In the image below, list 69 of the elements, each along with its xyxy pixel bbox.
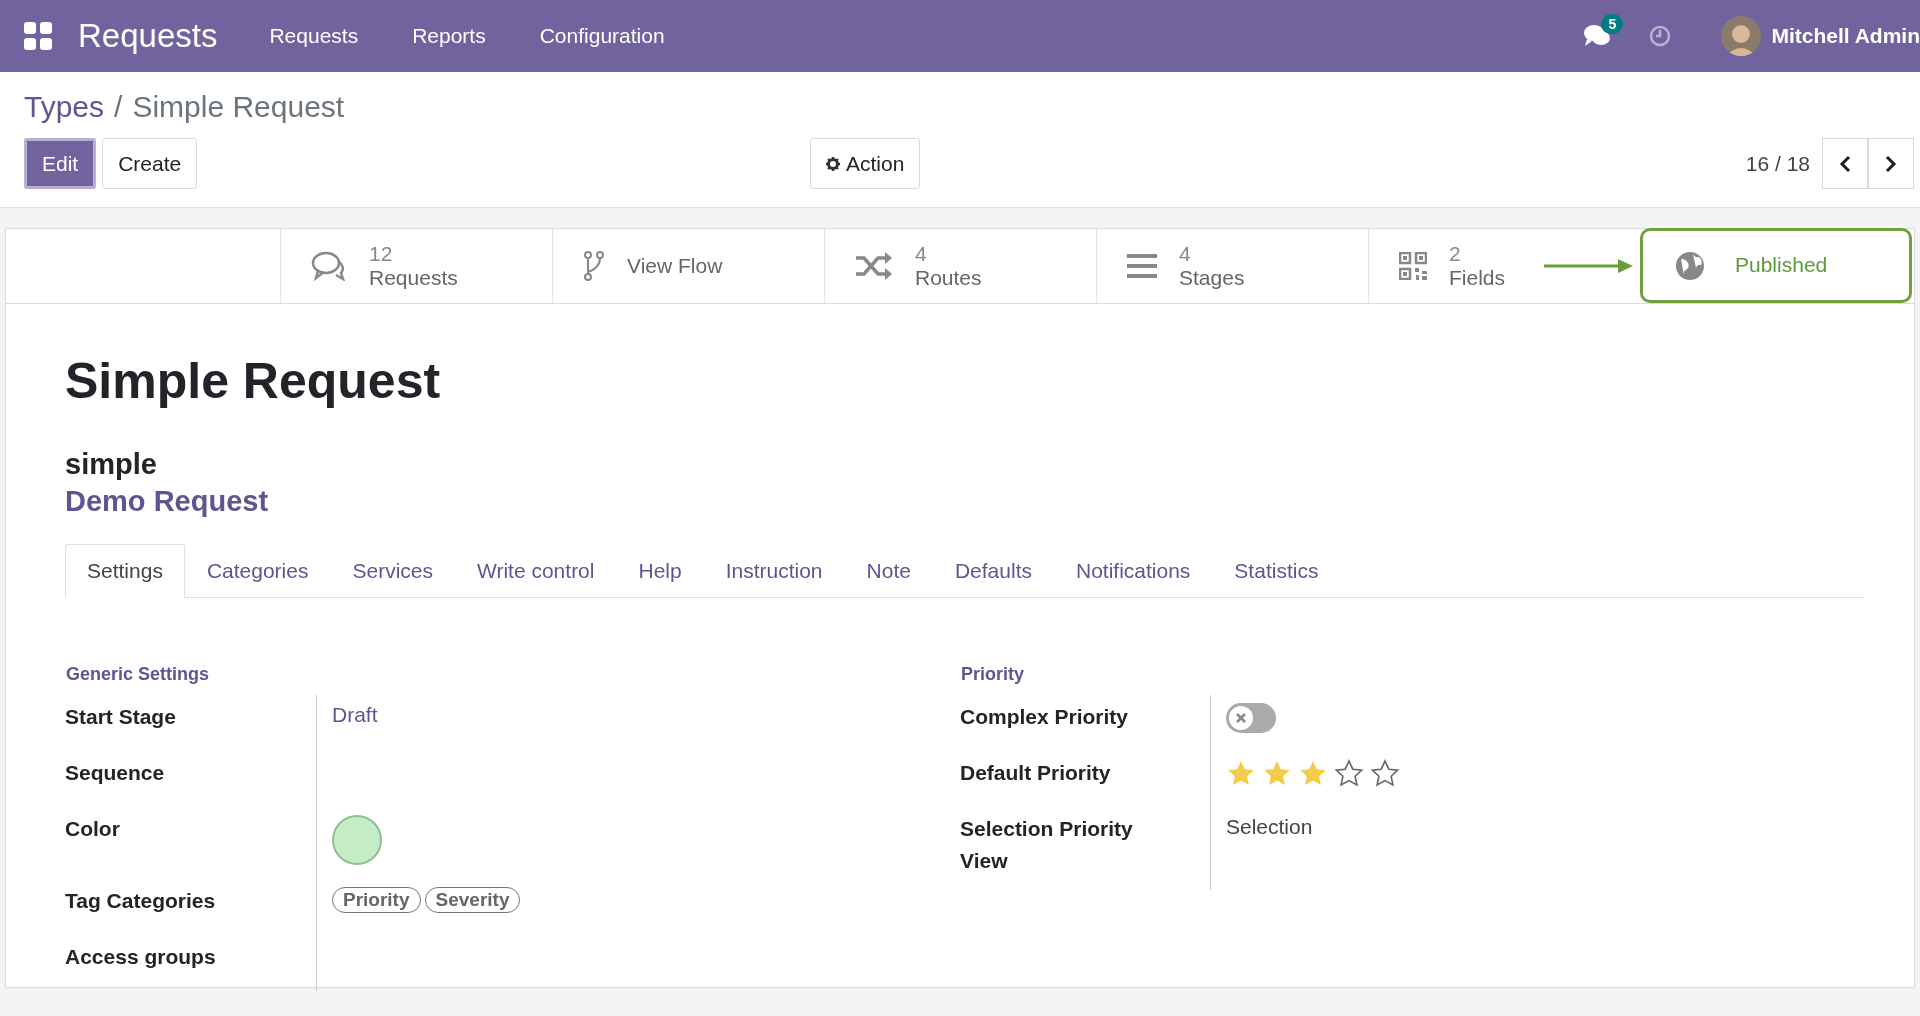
star-empty-icon <box>1370 759 1400 789</box>
stat-count: 12 <box>369 241 394 266</box>
previous-button[interactable] <box>1822 138 1868 189</box>
menu-item[interactable]: Reports <box>412 24 486 48</box>
chevron-right-icon <box>1885 154 1897 173</box>
tab[interactable]: Statistics <box>1212 544 1341 598</box>
apps-icon[interactable] <box>24 22 52 50</box>
tab[interactable]: Services <box>330 544 455 598</box>
field-label: Tag Categories <box>65 888 217 914</box>
breadcrumb-separator: / <box>114 90 123 124</box>
chat-icon <box>311 251 347 281</box>
group-title: Priority <box>961 664 1026 685</box>
tab[interactable]: Note <box>844 544 933 598</box>
field-label: Access groups <box>65 944 217 970</box>
tab[interactable]: Settings <box>65 544 185 598</box>
tab[interactable]: Notifications <box>1053 544 1213 598</box>
gear-icon <box>826 156 840 171</box>
record-code: simple <box>65 448 158 481</box>
menu-item[interactable]: Configuration <box>539 24 665 48</box>
edit-button[interactable]: Edit <box>24 138 97 189</box>
chevron-left-icon <box>1839 154 1851 173</box>
stat-label: Requests <box>369 266 458 291</box>
stat-count: 2 <box>1449 241 1462 266</box>
field-link[interactable]: Draft <box>332 703 378 726</box>
action-button[interactable]: Action <box>810 138 921 189</box>
stat-label: View Flow <box>627 253 723 279</box>
record-subtitle[interactable]: Demo Request <box>65 485 1855 518</box>
stat-count: 4 <box>1179 241 1192 266</box>
field-label: Color <box>65 816 121 842</box>
field-label: Default Priority <box>960 760 1112 786</box>
tab[interactable]: Write control <box>455 544 617 598</box>
menu-item[interactable]: Requests <box>269 24 359 48</box>
user-name[interactable]: Mitchell Admin <box>1771 24 1920 48</box>
field-label: Start Stage <box>65 704 177 730</box>
tab[interactable]: Help <box>616 544 704 598</box>
stat-label: Routes <box>915 266 982 291</box>
notification-badge: 5 <box>1601 14 1624 34</box>
list-icon <box>1127 253 1157 279</box>
tab[interactable]: Defaults <box>932 544 1054 598</box>
tab[interactable]: Instruction <box>703 544 845 598</box>
stat-count: 4 <box>915 241 928 266</box>
app-name[interactable]: Requests <box>78 17 218 55</box>
field-value: Selection <box>1226 815 1313 838</box>
field-label: Selection Priority View <box>960 816 1134 874</box>
pager-counter: 16 / 18 <box>1745 151 1810 176</box>
qr-code-icon <box>1399 252 1427 280</box>
color-swatch[interactable] <box>332 815 382 865</box>
x-icon <box>1235 712 1247 724</box>
stat-label: Fields <box>1449 266 1506 291</box>
arrow-icon <box>1544 258 1634 274</box>
field-label: Sequence <box>65 760 166 786</box>
star-empty-icon <box>1334 759 1364 789</box>
stat-label: Stages <box>1179 266 1245 291</box>
breadcrumb-current: Simple Request <box>132 90 345 124</box>
create-button[interactable]: Create <box>102 138 198 189</box>
stat-label: Published <box>1735 253 1828 278</box>
publish-button[interactable]: Published <box>1640 228 1912 303</box>
shuffle-icon <box>855 251 893 281</box>
avatar[interactable] <box>1721 16 1762 56</box>
globe-icon <box>1675 250 1705 281</box>
field-label: Complex Priority <box>960 704 1130 730</box>
next-button[interactable] <box>1868 138 1914 189</box>
toggle-switch[interactable] <box>1226 703 1276 733</box>
breadcrumb-link[interactable]: Types <box>24 90 105 124</box>
branch-icon <box>583 250 605 282</box>
clock-icon <box>1649 25 1672 47</box>
group-title: Generic Settings <box>66 664 211 685</box>
tab[interactable]: Categories <box>184 544 331 598</box>
record-title: Simple Request <box>65 352 442 410</box>
